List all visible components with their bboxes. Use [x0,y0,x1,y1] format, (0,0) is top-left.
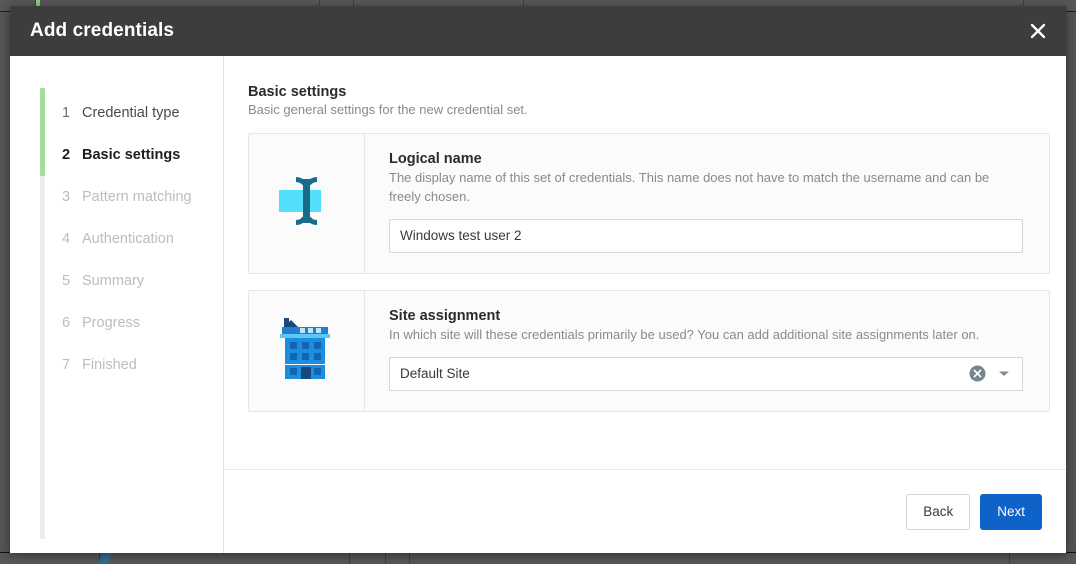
logical-name-card-body: Logical name The display name of this se… [365,134,1049,273]
step-number: 4 [62,231,71,247]
step-number: 6 [62,315,71,331]
step-label: Pattern matching [82,189,192,205]
bottom-strip-cell [410,553,1010,564]
site-assignment-card: Site assignment In which site will these… [248,289,1050,412]
basic-settings-content: Basic settings Basic general settings fo… [224,56,1066,469]
dialog-titlebar: Add credentials [10,6,1066,56]
close-icon[interactable] [1010,6,1066,56]
logical-name-card: Logical name The display name of this se… [248,133,1050,274]
step-label: Credential type [82,105,180,121]
dialog-title: Add credentials [30,20,175,41]
logical-name-description: The display name of this set of credenti… [389,170,990,204]
step-label: Summary [82,273,145,289]
step-progress-fill [40,88,45,176]
step-label: Authentication [82,231,174,247]
wizard-steps-sidebar: 1 Credential type 2 Basic settings 3 Pat… [10,56,224,553]
step-number: 2 [62,147,71,163]
site-assignment-card-body: Site assignment In which site will these… [365,291,1049,411]
bottom-strip-cell [350,553,386,564]
site-assignment-selected-value: Default Site [400,366,470,382]
step-number: 5 [62,273,71,289]
page-subtitle: Basic general settings for the new crede… [248,102,528,117]
step-label: Basic settings [82,147,181,163]
clear-circle-icon[interactable] [969,365,986,382]
logical-name-title: Logical name [389,151,482,167]
site-assignment-title: Site assignment [389,307,501,324]
chevron-down-icon[interactable] [998,369,1014,378]
step-number: 1 [62,105,71,121]
site-assignment-card-icon-area [249,290,365,411]
desktop-bottom-strip [0,552,1076,564]
office-building-icon [278,315,336,386]
bottom-strip-cell [0,553,100,564]
logical-name-card-icon-area [249,134,365,273]
bottom-strip-cell [386,553,410,564]
dialog-footer: Back Next [224,469,1066,553]
site-assignment-description: In which site will these credentials pri… [389,326,980,342]
step-label: Finished [82,357,137,373]
back-button[interactable]: Back [906,493,971,530]
next-button[interactable]: Next [980,493,1042,530]
step-number: 3 [62,189,71,205]
dialog-body: 1 Credential type 2 Basic settings 3 Pat… [10,56,1066,553]
step-label: Progress [82,315,141,331]
step-progress-rail [40,88,45,539]
logical-name-input[interactable] [389,218,1023,253]
wizard-main-panel: Basic settings Basic general settings fo… [224,56,1066,553]
step-number: 7 [62,357,71,373]
add-credentials-dialog: Add credentials 1 Credential type 2 Basi… [10,6,1066,553]
bottom-strip-cell [110,553,350,564]
page-title: Basic settings [248,84,347,100]
text-cursor-icon [276,173,338,234]
site-assignment-select[interactable]: Default Site [389,356,1023,391]
